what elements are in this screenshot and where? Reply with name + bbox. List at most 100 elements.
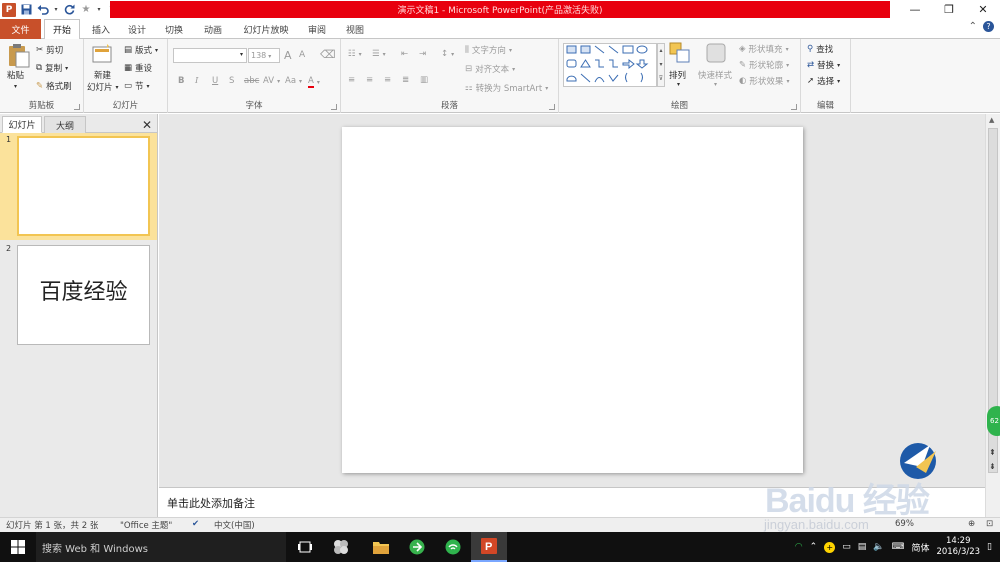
section-button[interactable]: ▭ 节 ▾ [124, 80, 150, 92]
justify-icon[interactable]: ≣ [402, 75, 409, 85]
quick-styles-icon[interactable] [705, 42, 727, 67]
shrink-font-button[interactable]: A [299, 50, 305, 60]
fit-to-window-icon[interactable]: ⊡ [986, 519, 993, 529]
tab-design[interactable]: 设计 [124, 19, 150, 39]
start-button[interactable] [0, 532, 36, 562]
arrange-button[interactable]: 排列 [669, 69, 686, 81]
char-spacing-button[interactable]: AV ▾ [263, 76, 280, 86]
notes-placeholder[interactable]: 单击此处添加备注 [167, 495, 255, 511]
align-right-icon[interactable]: ≡ [384, 75, 391, 85]
copy-button[interactable]: ⧉ 复制 ▾ [36, 62, 68, 74]
shapes-gallery[interactable] [563, 43, 657, 87]
current-slide[interactable] [342, 127, 803, 473]
tab-home[interactable]: 开始 [44, 19, 80, 40]
previous-slide-icon[interactable]: ⇞ [989, 448, 996, 457]
tab-review[interactable]: 审阅 [304, 19, 330, 39]
line-spacing-button[interactable]: ↕ ▾ [441, 49, 454, 59]
tray-chevron-up-icon[interactable]: ⌃ [810, 542, 818, 552]
network-icon[interactable]: ▤ [858, 542, 867, 552]
tab-animations[interactable]: 动画 [200, 19, 226, 39]
new-slide-label[interactable]: 新建 [94, 69, 111, 81]
chevron-down-icon[interactable]: ▾ [714, 81, 717, 88]
redo-icon[interactable] [62, 3, 76, 17]
drawing-launcher-icon[interactable] [791, 104, 797, 110]
tab-file[interactable]: 文件 [0, 19, 41, 39]
minimize-button[interactable]: — [898, 0, 932, 19]
slide-thumbnail[interactable] [17, 136, 150, 236]
font-color-button[interactable]: A ▾ [308, 76, 320, 88]
language-indicator[interactable]: 中文(中国) [214, 519, 255, 531]
battery-icon[interactable]: ▭ [842, 542, 851, 552]
replace-button[interactable]: ⇄ 替换 ▾ [807, 59, 840, 71]
slide-thumbnail-row-1[interactable]: 1 [0, 133, 157, 240]
floating-badge[interactable]: 62 [987, 406, 1000, 436]
tab-transitions[interactable]: 切换 [161, 19, 187, 39]
wifi-icon[interactable]: ◠ [795, 542, 803, 552]
find-button[interactable]: ⚲ 查找 [807, 43, 833, 55]
next-slide-icon[interactable]: ⇟ [989, 462, 996, 471]
italic-button[interactable]: I [195, 76, 198, 86]
close-panel-icon[interactable]: ✕ [141, 116, 153, 133]
bold-button[interactable]: B [178, 76, 184, 86]
strikethrough-button[interactable]: abc [244, 76, 259, 86]
reset-button[interactable]: ▦ 重设 [124, 62, 152, 74]
slide-thumbnail[interactable]: 百度经验 [17, 245, 150, 345]
font-name-field[interactable]: ▾ [173, 48, 247, 63]
quick-styles-button[interactable]: 快速样式 [698, 69, 732, 81]
task-view-button[interactable] [287, 532, 323, 562]
font-size-field[interactable]: 138 ▾ [248, 48, 280, 63]
undo-icon[interactable] [36, 3, 50, 17]
underline-button[interactable]: U [212, 76, 218, 86]
taskbar-app-powerpoint[interactable]: P [471, 532, 507, 562]
text-direction-button[interactable]: ⫼ 文字方向 ▾ [465, 44, 512, 56]
align-left-icon[interactable]: ≡ [348, 75, 355, 85]
zoom-in-icon[interactable]: ⊕ [968, 519, 975, 529]
tab-slideshow[interactable]: 幻灯片放映 [240, 19, 292, 39]
star-icon[interactable]: ★ [79, 3, 93, 17]
align-center-icon[interactable]: ≡ [366, 75, 373, 85]
change-case-button[interactable]: Aa ▾ [285, 76, 302, 86]
numbering-button[interactable]: ☰ ▾ [372, 49, 386, 59]
taskbar-search[interactable]: 搜索 Web 和 Windows [36, 532, 286, 562]
keyboard-icon[interactable]: ⌨ [891, 542, 904, 552]
shadow-text-button[interactable]: S [229, 76, 234, 86]
slide-thumbnail-row-2[interactable]: 2 百度经验 [0, 242, 157, 350]
tab-insert[interactable]: 插入 [88, 19, 114, 39]
taskbar-app-explorer[interactable] [363, 532, 399, 562]
new-slide-icon[interactable] [92, 43, 114, 68]
save-icon[interactable] [19, 3, 33, 17]
minimize-ribbon-icon[interactable]: ⌃ [969, 21, 977, 32]
layout-button[interactable]: ▤ 版式 ▾ [124, 44, 158, 56]
chevron-down-icon[interactable]: ▾ [53, 3, 59, 17]
close-button[interactable]: ✕ [966, 0, 1000, 19]
shape-outline-button[interactable]: ✎ 形状轮廓 ▾ [739, 59, 789, 71]
cut-button[interactable]: ✂ 剪切 [36, 44, 63, 56]
scroll-up-icon[interactable]: ▲ [989, 116, 994, 124]
chevron-down-icon[interactable]: ▾ [14, 83, 17, 90]
clear-format-icon[interactable]: ⌫ [320, 48, 336, 61]
tab-view[interactable]: 视图 [342, 19, 368, 39]
tray-app-icon[interactable]: + [824, 541, 836, 553]
taskbar-app-green-2[interactable] [435, 532, 471, 562]
paste-icon[interactable] [7, 43, 31, 72]
shapes-gallery-scroll[interactable]: ▴ ▾ ⊽ [657, 43, 665, 87]
bullets-button[interactable]: ☷ ▾ [348, 49, 362, 59]
help-icon[interactable]: ? [983, 21, 994, 32]
paragraph-launcher-icon[interactable] [549, 104, 555, 110]
restore-button[interactable]: ❐ [932, 0, 966, 19]
smartart-button[interactable]: ⚏ 转换为 SmartArt ▾ [465, 82, 548, 94]
tab-outline[interactable]: 大纲 [44, 116, 86, 133]
grow-font-button[interactable]: A [284, 49, 292, 62]
zoom-level[interactable]: 69% [895, 519, 914, 529]
shape-fill-button[interactable]: ◈ 形状填充 ▾ [739, 43, 789, 55]
align-text-button[interactable]: ⊟ 对齐文本 ▾ [465, 63, 515, 75]
chevron-down-icon[interactable]: ▾ [240, 51, 243, 58]
select-button[interactable]: ➚ 选择 ▾ [807, 75, 840, 87]
tab-slides[interactable]: 幻灯片 [2, 116, 42, 133]
vertical-scrollbar[interactable]: ▲ ⇞ ⇟ [985, 114, 1000, 517]
chevron-down-icon[interactable]: ▾ [96, 3, 102, 17]
clock[interactable]: 14:29 2016/3/23 [936, 536, 980, 558]
spellcheck-icon[interactable]: ✔ [192, 519, 199, 529]
clipboard-launcher-icon[interactable] [74, 104, 80, 110]
font-launcher-icon[interactable] [331, 104, 337, 110]
